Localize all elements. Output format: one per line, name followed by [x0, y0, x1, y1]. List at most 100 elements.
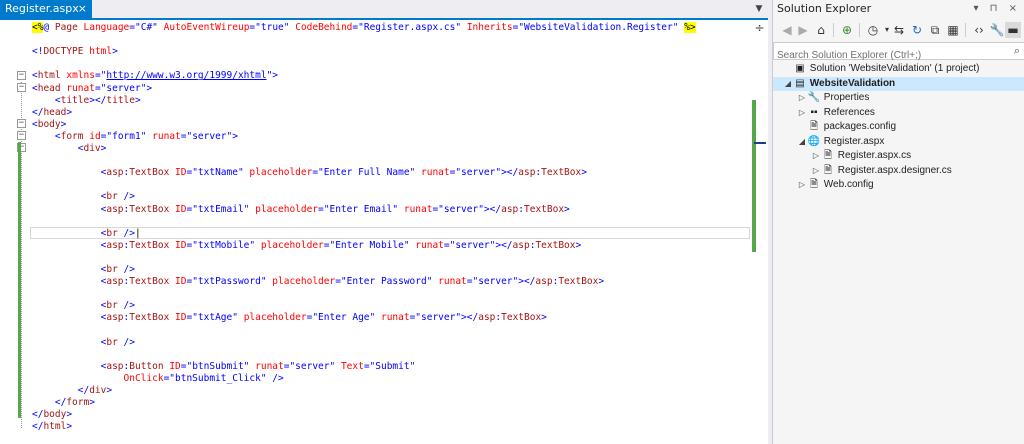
collapsed-caret-icon[interactable]: ▷: [811, 164, 821, 178]
search-icon[interactable]: ⌕: [1014, 44, 1020, 58]
code-editor[interactable]: − − − − − <%@ Page Language="C#" AutoEve…: [0, 20, 768, 444]
code-line[interactable]: <!DOCTYPE html>: [32, 46, 118, 58]
code-token: ="server"></: [443, 239, 513, 251]
code-line[interactable]: <br />: [32, 264, 135, 276]
code-token: "true": [255, 22, 296, 33]
code-token: placeholder: [255, 203, 319, 215]
code-token: runat: [380, 312, 410, 324]
panel-window-buttons[interactable]: ▾ ⊓ ×: [973, 0, 1021, 18]
show-all-files-icon[interactable]: ▦: [945, 22, 961, 38]
back-icon[interactable]: ◀: [779, 22, 795, 38]
code-token: ">: [266, 70, 279, 82]
code-line[interactable]: <asp:TextBox ID="txtPassword" placeholde…: [32, 276, 604, 288]
collapse-form-icon[interactable]: −: [17, 131, 26, 140]
code-token: asp: [106, 360, 124, 372]
tree-item[interactable]: ▣ Solution 'WebsiteValidation' (1 projec…: [773, 62, 979, 76]
collapsed-caret-icon[interactable]: ▷: [797, 91, 807, 105]
code-line[interactable]: <br />: [32, 300, 135, 312]
code-token: </: [32, 421, 44, 433]
collapse-html-icon[interactable]: −: [17, 71, 26, 80]
split-window-icon[interactable]: ÷: [753, 20, 766, 36]
solution-explorer-search[interactable]: ⌕: [773, 42, 1024, 65]
refresh-icon[interactable]: ↻: [909, 22, 925, 38]
code-line[interactable]: <br />: [32, 191, 135, 203]
tree-item[interactable]: ▷ 🗎 Register.aspx.designer.cs: [773, 164, 952, 178]
code-token: div: [89, 385, 107, 396]
close-icon[interactable]: ×: [78, 0, 87, 18]
code-token: />: [123, 227, 135, 239]
code-line[interactable]: <div>: [32, 143, 107, 155]
forward-icon[interactable]: ▶: [795, 22, 811, 38]
code-token: >: [106, 385, 113, 396]
tree-item[interactable]: ▷ ▪▪ References: [773, 106, 875, 120]
code-line[interactable]: <%@ Page Language="C#" AutoEventWireup="…: [32, 22, 696, 34]
collapse-all-icon[interactable]: ⧉: [927, 22, 943, 38]
code-token: ="Enter Mobile": [323, 239, 416, 251]
view-code-icon[interactable]: ‹›: [971, 22, 987, 38]
cs-file-icon: 🗎: [823, 164, 833, 176]
tree-item[interactable]: ▷ 🗎 Web.config: [773, 178, 874, 192]
code-line[interactable]: <head runat="server">: [32, 83, 152, 95]
code-token: =": [94, 70, 107, 82]
chevron-down-icon[interactable]: ▼: [752, 2, 766, 16]
code-token: />: [272, 372, 284, 384]
code-token: ="txtMobile": [186, 239, 261, 251]
tree-item-label: packages.config: [821, 121, 897, 132]
tree-item[interactable]: 🗎 packages.config: [773, 120, 896, 134]
preview-icon[interactable]: ▬: [1005, 22, 1021, 38]
tree-item[interactable]: ▷ 🔧 Properties: [773, 91, 869, 105]
home-icon[interactable]: ⌂: [813, 22, 829, 38]
code-line[interactable]: <asp:TextBox ID="txtAge" placeholder="En…: [32, 312, 547, 324]
code-line[interactable]: <br />|: [32, 228, 141, 240]
code-token: CodeBehind: [295, 22, 353, 33]
code-line[interactable]: </div>: [32, 385, 112, 397]
code-token: Page: [54, 22, 84, 33]
code-token: <: [32, 264, 107, 275]
code-token: asp: [518, 167, 536, 179]
code-line[interactable]: <asp:TextBox ID="txtEmail" placeholder="…: [32, 204, 570, 216]
code-token: <: [32, 300, 107, 312]
code-token: runat: [438, 276, 467, 288]
collapse-body-icon[interactable]: −: [17, 119, 26, 128]
tree-item[interactable]: ◢ ▤ WebsiteValidation: [773, 76, 1024, 91]
references-icon: ▪▪: [810, 106, 818, 118]
collapsed-caret-icon[interactable]: ▷: [811, 149, 821, 163]
expanded-caret-icon[interactable]: ◢: [783, 77, 793, 91]
collapsed-caret-icon[interactable]: ▷: [797, 178, 807, 192]
properties-icon[interactable]: 🔧: [989, 22, 1005, 38]
code-token: html: [37, 70, 67, 82]
tree-item[interactable]: ▷ 🗎 Register.aspx.cs: [773, 149, 911, 163]
solution-icon: ▣: [795, 63, 805, 74]
code-line[interactable]: OnClick="btnSubmit_Click" />: [32, 373, 284, 385]
code-token: DOCTYPE: [43, 46, 90, 58]
code-line[interactable]: </head>: [32, 107, 72, 119]
code-line[interactable]: <body>: [32, 119, 66, 131]
code-token: div: [83, 143, 101, 154]
collapsed-caret-icon[interactable]: ▷: [797, 106, 807, 120]
code-line[interactable]: <asp:TextBox ID="txtName" placeholder="E…: [32, 167, 587, 179]
code-token: placeholder: [260, 239, 324, 251]
code-line[interactable]: </form>: [32, 397, 95, 409]
code-token: ID: [175, 312, 187, 324]
code-token: ="form1": [100, 130, 153, 142]
expanded-caret-icon[interactable]: ◢: [797, 135, 807, 149]
pending-changes-icon[interactable]: ⇆: [891, 22, 907, 38]
collapse-head-icon[interactable]: −: [17, 83, 26, 92]
cs-file-icon: 🗎: [823, 150, 833, 161]
tree-item[interactable]: ◢ 🌐 Register.aspx: [773, 135, 884, 149]
code-line[interactable]: <asp:Button ID="btnSubmit" runat="server…: [32, 360, 416, 373]
code-line[interactable]: </html>: [32, 421, 72, 433]
code-token: ></: [89, 94, 107, 106]
code-line[interactable]: <br />: [32, 337, 135, 349]
tab-register-aspx[interactable]: Register.aspx ×: [0, 0, 92, 18]
code-token: ="Submit": [363, 360, 416, 372]
code-line[interactable]: <title></title>: [32, 95, 141, 107]
code-line[interactable]: <html xmlns="http://www.w3.org/1999/xhtm…: [32, 70, 278, 82]
code-token: TextBox: [541, 167, 582, 179]
sync-icon[interactable]: ⊕: [839, 22, 855, 38]
code-line[interactable]: </body>: [32, 409, 72, 421]
code-line[interactable]: <form id="form1" runat="server">: [32, 131, 238, 143]
code-line[interactable]: <asp:TextBox ID="txtMobile" placeholder=…: [32, 239, 582, 252]
code-token: ID: [175, 276, 187, 288]
tree-item-label: References: [821, 106, 875, 118]
